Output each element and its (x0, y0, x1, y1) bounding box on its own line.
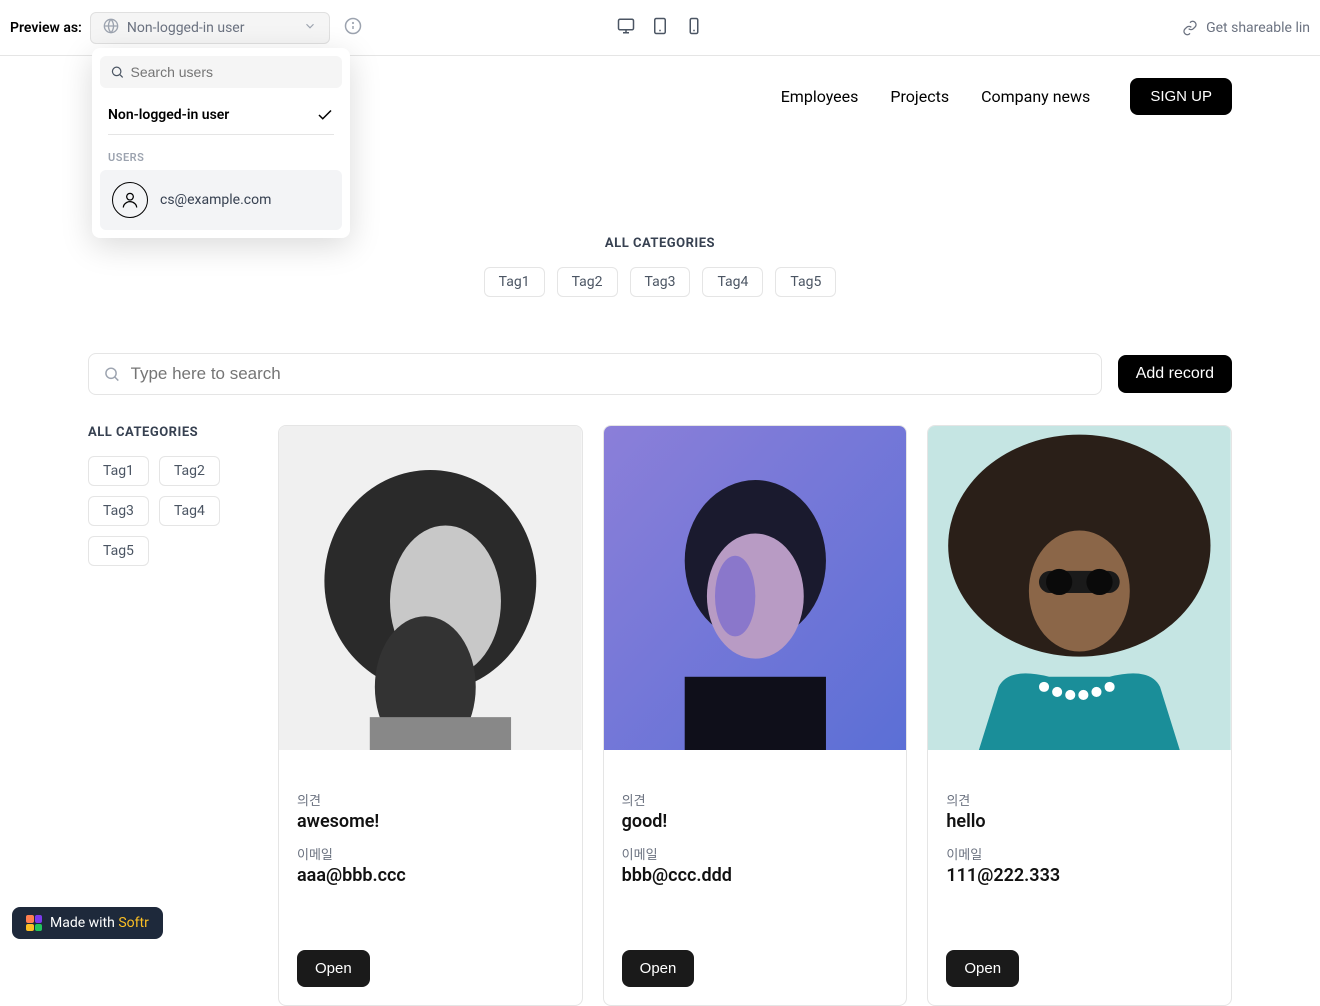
sidebar-tag-row: Tag1 Tag2 Tag3 Tag4 Tag5 (88, 456, 260, 566)
preview-as-label: Preview as: (10, 20, 82, 36)
made-with-softr-badge[interactable]: Made with Softr (12, 907, 163, 939)
opinion-label: 의견 (297, 790, 564, 809)
made-with-text: Made with Softr (50, 915, 149, 931)
dropdown-user-option[interactable]: cs@example.com (100, 170, 342, 230)
email-label: 이메일 (297, 844, 564, 863)
email-value: aaa@bbb.ccc (297, 865, 564, 886)
preview-user-select[interactable]: Non-logged-in user (90, 12, 330, 44)
search-row: Add record (0, 353, 1320, 395)
search-icon (110, 64, 125, 80)
nav-link-company-news[interactable]: Company news (981, 87, 1090, 106)
nav-links: Employees Projects Company news (781, 87, 1091, 106)
card-body: 의견 good! 이메일 bbb@ccc.ddd Open (604, 754, 907, 1005)
tablet-icon[interactable] (651, 17, 669, 39)
opinion-value: good! (622, 811, 889, 832)
preview-user-dropdown: Non-logged-in user USERS cs@example.com (92, 48, 350, 238)
desktop-icon[interactable] (617, 17, 635, 39)
tag-tag1[interactable]: Tag1 (484, 267, 545, 297)
preview-value: Non-logged-in user (127, 20, 295, 36)
opinion-label: 의견 (946, 790, 1213, 809)
check-icon (316, 106, 334, 124)
dropdown-option-label: Non-logged-in user (108, 107, 229, 123)
card-body: 의견 hello 이메일 111@222.333 Open (928, 754, 1231, 1005)
email-label: 이메일 (946, 844, 1213, 863)
share-link[interactable]: Get shareable lin (1182, 20, 1310, 36)
dropdown-search-input[interactable] (131, 64, 332, 80)
sidebar-categories-title: ALL CATEGORIES (88, 425, 260, 440)
tag-tag2[interactable]: Tag2 (557, 267, 618, 297)
dropdown-search[interactable] (100, 56, 342, 88)
opinion-label: 의견 (622, 790, 889, 809)
record-card: 의견 good! 이메일 bbb@ccc.ddd Open (603, 425, 908, 1006)
tag-tag5[interactable]: Tag5 (775, 267, 836, 297)
tag-tag4[interactable]: Tag4 (702, 267, 763, 297)
globe-icon (103, 18, 119, 38)
card-image (279, 426, 582, 750)
main-search-input[interactable] (131, 364, 1087, 384)
preview-controls: Preview as: Non-logged-in user (10, 12, 362, 44)
card-image (928, 426, 1231, 750)
email-label: 이메일 (622, 844, 889, 863)
email-value: bbb@ccc.ddd (622, 865, 889, 886)
opinion-value: hello (946, 811, 1213, 832)
nav-link-employees[interactable]: Employees (781, 87, 859, 106)
content-row: ALL CATEGORIES Tag1 Tag2 Tag3 Tag4 Tag5 … (0, 425, 1320, 1006)
main-search[interactable] (88, 353, 1102, 395)
nav-link-projects[interactable]: Projects (890, 87, 949, 106)
open-button[interactable]: Open (946, 950, 1019, 987)
share-link-text: Get shareable lin (1206, 20, 1310, 36)
sidebar-tag-tag3[interactable]: Tag3 (88, 496, 149, 526)
opinion-value: awesome! (297, 811, 564, 832)
users-heading: USERS (100, 143, 342, 170)
chevron-down-icon (303, 18, 317, 37)
card-image (604, 426, 907, 750)
dropdown-divider (108, 134, 334, 135)
signup-button[interactable]: SIGN UP (1130, 78, 1232, 115)
all-categories-title: ALL CATEGORIES (0, 236, 1320, 251)
top-categories: ALL CATEGORIES Tag1 Tag2 Tag3 Tag4 Tag5 (0, 236, 1320, 297)
info-icon[interactable] (338, 17, 362, 39)
sidebar-tag-tag1[interactable]: Tag1 (88, 456, 149, 486)
mobile-icon[interactable] (685, 17, 703, 39)
dropdown-non-logged-option[interactable]: Non-logged-in user (100, 96, 342, 134)
sidebar-tag-tag4[interactable]: Tag4 (159, 496, 220, 526)
softr-logo-icon (26, 915, 42, 931)
card-body: 의견 awesome! 이메일 aaa@bbb.ccc Open (279, 754, 582, 1005)
tag-tag3[interactable]: Tag3 (630, 267, 691, 297)
add-record-button[interactable]: Add record (1118, 355, 1232, 393)
search-icon (103, 365, 121, 383)
open-button[interactable]: Open (297, 950, 370, 987)
open-button[interactable]: Open (622, 950, 695, 987)
record-card: 의견 hello 이메일 111@222.333 Open (927, 425, 1232, 1006)
card-list: 의견 awesome! 이메일 aaa@bbb.ccc Open 의견 good… (278, 425, 1232, 1006)
sidebar-tag-tag2[interactable]: Tag2 (159, 456, 220, 486)
email-value: 111@222.333 (946, 865, 1213, 886)
device-preview-icons (617, 17, 703, 39)
top-tag-row: Tag1 Tag2 Tag3 Tag4 Tag5 (0, 267, 1320, 297)
user-avatar-icon (112, 182, 148, 218)
user-email: cs@example.com (160, 192, 271, 208)
sidebar-tag-tag5[interactable]: Tag5 (88, 536, 149, 566)
record-card: 의견 awesome! 이메일 aaa@bbb.ccc Open (278, 425, 583, 1006)
